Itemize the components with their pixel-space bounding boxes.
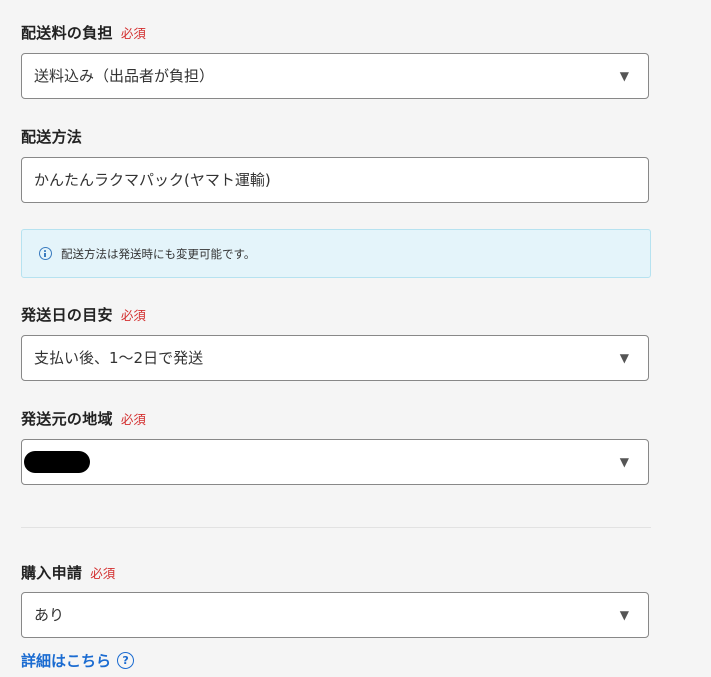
required-badge: 必須 — [120, 26, 146, 41]
required-badge: 必須 — [120, 308, 146, 323]
shipping-days-label-row: 発送日の目安 必須 — [21, 303, 146, 325]
triangle-down-icon: ▼ — [619, 455, 629, 469]
origin-region-label-row: 発送元の地域 必須 — [21, 407, 146, 429]
origin-region-label: 発送元の地域 — [21, 409, 113, 428]
shipping-method-label-row: 配送方法 — [21, 125, 82, 147]
required-badge: 必須 — [90, 566, 116, 581]
shipping-method-label: 配送方法 — [21, 127, 83, 146]
shipping-fee-select[interactable]: 送料込み（出品者が負担） ▼ — [21, 53, 649, 99]
shipping-method-notice: 配送方法は発送時にも変更可能です。 — [21, 229, 651, 278]
shipping-fee-label-row: 配送料の負担 必須 — [21, 21, 146, 43]
shipping-fee-value: 送料込み（出品者が負担） — [34, 67, 215, 85]
shipping-days-select[interactable]: 支払い後、1〜2日で発送 ▼ — [21, 335, 649, 381]
triangle-down-icon: ▼ — [619, 351, 629, 365]
details-link[interactable]: 詳細はこちら ? — [21, 649, 135, 671]
triangle-down-icon: ▼ — [619, 69, 629, 83]
purchase-request-label: 購入申請 — [21, 563, 83, 582]
purchase-request-value: あり — [34, 606, 65, 624]
triangle-down-icon: ▼ — [619, 608, 629, 622]
shipping-method-field[interactable]: かんたんラクマパック(ヤマト運輸) — [21, 157, 649, 203]
purchase-request-label-row: 購入申請 必須 — [21, 561, 115, 583]
section-divider — [21, 527, 651, 528]
notice-text: 配送方法は発送時にも変更可能です。 — [61, 246, 256, 261]
help-question-icon[interactable]: ? — [117, 651, 135, 669]
purchase-request-select[interactable]: あり ▼ — [21, 592, 649, 638]
shipping-days-value: 支払い後、1〜2日で発送 — [34, 349, 204, 367]
details-link-label[interactable]: 詳細はこちら — [21, 650, 111, 671]
redacted-value-mask — [24, 451, 90, 473]
shipping-days-label: 発送日の目安 — [21, 305, 113, 324]
required-badge: 必須 — [120, 412, 146, 427]
origin-region-select[interactable]: ▼ — [21, 439, 649, 485]
shipping-method-value: かんたんラクマパック(ヤマト運輸) — [34, 171, 271, 189]
info-icon — [39, 247, 52, 260]
shipping-fee-label: 配送料の負担 — [21, 23, 113, 42]
